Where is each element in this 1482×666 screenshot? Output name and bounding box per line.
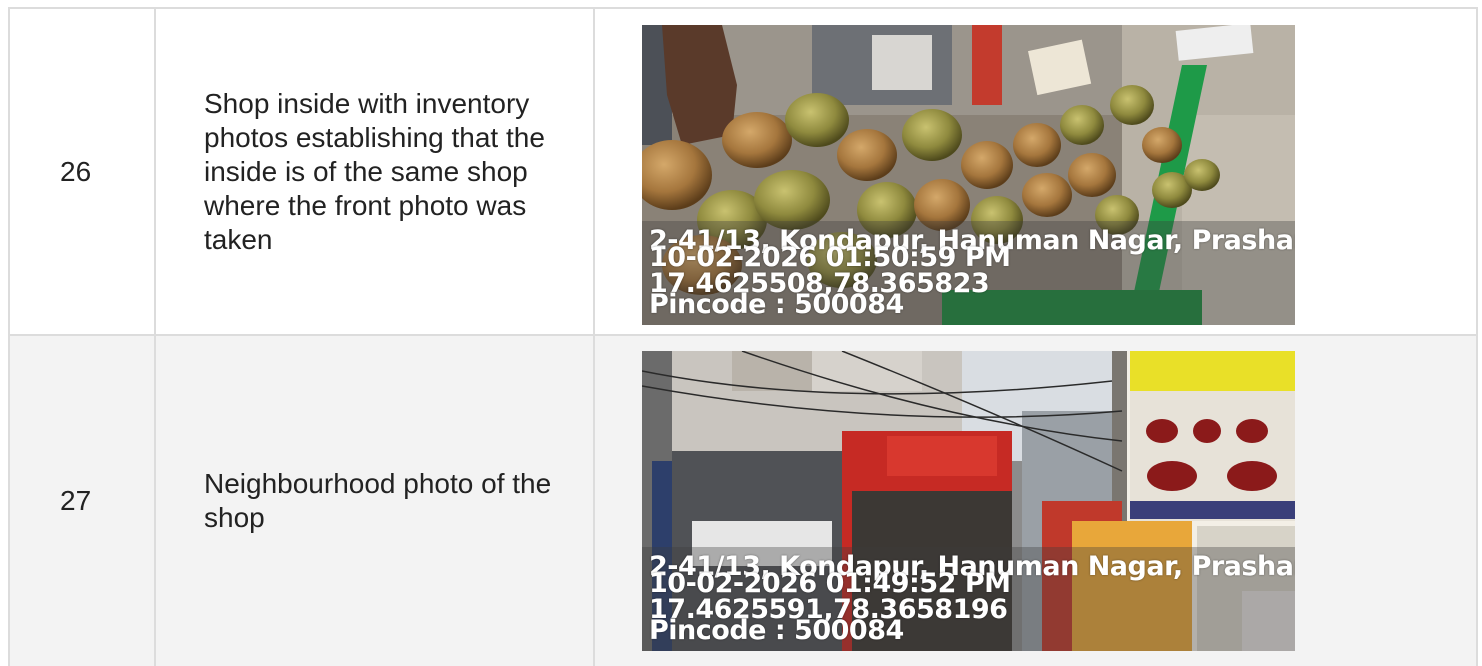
- photo-geotag-overlay: 2-41/13, Kondapur, Hanuman Nagar, Prasha…: [642, 547, 1295, 651]
- table-row: 27 Neighbourhood photo of the shop 2-41/…: [8, 334, 1478, 666]
- photo-pincode: Pincode : 500084: [649, 615, 904, 646]
- row-description: Shop inside with inventory photos establ…: [154, 7, 595, 336]
- photo-geotag-overlay: 2-41/13, Kondapur, Hanuman Nagar, Prasha…: [642, 221, 1295, 325]
- photo-pincode: Pincode : 500084: [649, 289, 904, 320]
- row-description: Neighbourhood photo of the shop: [154, 334, 595, 666]
- photo-cell: 2-41/13, Kondapur, Hanuman Nagar, Prasha…: [593, 7, 1478, 336]
- neighbourhood-photo: 2-41/13, Kondapur, Hanuman Nagar, Prasha…: [642, 351, 1295, 651]
- row-number: 26: [8, 7, 156, 336]
- table-row: 26 Shop inside with inventory photos est…: [8, 7, 1478, 336]
- photo-cell: 2-41/13, Kondapur, Hanuman Nagar, Prasha…: [593, 334, 1478, 666]
- coconut-stall-photo: 2-41/13, Kondapur, Hanuman Nagar, Prasha…: [642, 25, 1295, 325]
- report-table: 26 Shop inside with inventory photos est…: [8, 7, 1478, 666]
- row-number: 27: [8, 334, 156, 666]
